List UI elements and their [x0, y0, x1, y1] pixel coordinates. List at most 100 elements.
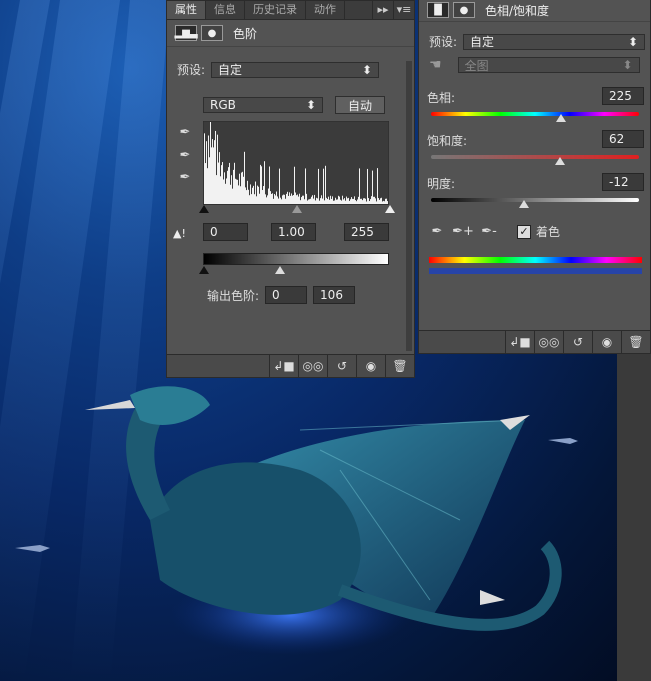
histogram-bar	[262, 190, 263, 204]
panel-tabbar: 属性 信息 历史记录 动作 ▸▸ ▾≡	[167, 1, 414, 20]
histogram-bar	[279, 168, 280, 204]
hand-icon[interactable]: ☚	[429, 57, 442, 73]
clip-icon[interactable]: ↲■	[269, 355, 298, 377]
input-gamma-slider[interactable]	[292, 205, 302, 213]
output-white-slider[interactable]	[275, 266, 285, 274]
histogram-bar	[229, 162, 230, 204]
tab-actions[interactable]: 动作	[306, 1, 345, 19]
tab-info[interactable]: 信息	[206, 1, 245, 19]
preset-select[interactable]: 自定 ⬍	[463, 33, 646, 50]
histogram-bar	[346, 196, 347, 204]
tab-history[interactable]: 历史记录	[245, 1, 306, 19]
updown-icon: ⬍	[622, 58, 633, 72]
lightness-field[interactable]: -12	[602, 173, 644, 191]
channel-select[interactable]: RGB ⬍	[203, 97, 323, 113]
input-white-slider[interactable]	[385, 205, 395, 213]
channel-row: RGB ⬍ 自动	[203, 96, 385, 114]
eyedropper-black-icon[interactable]: ✒	[177, 124, 193, 140]
updown-icon: ⬍	[305, 98, 316, 112]
histogram-bar	[369, 201, 370, 204]
clip-icon[interactable]: ↲■	[505, 331, 534, 353]
output-white-field[interactable]: 106	[313, 286, 356, 304]
histogram-bar	[322, 198, 323, 204]
input-white-field[interactable]: 255	[344, 223, 389, 241]
histogram-bar	[347, 198, 348, 204]
eye-icon[interactable]: ◉	[592, 331, 621, 353]
histogram-bar	[278, 198, 279, 204]
histogram-bar	[321, 195, 322, 204]
histogram-bar	[376, 201, 377, 204]
output-black-field[interactable]: 0	[265, 286, 308, 304]
output-black-slider[interactable]	[199, 266, 209, 274]
histogram-bar	[315, 200, 316, 204]
histogram-bar	[270, 191, 271, 204]
auto-button[interactable]: 自动	[335, 96, 385, 114]
expand-icon[interactable]: ▸▸	[372, 1, 393, 19]
visibility-icon[interactable]: ◎◎	[298, 355, 327, 377]
trash-icon[interactable]: 🗑	[385, 355, 414, 377]
saturation-field[interactable]: 62	[602, 130, 644, 148]
histogram-bar	[381, 197, 382, 204]
hue-field[interactable]: 225	[602, 87, 644, 105]
histogram-bar	[292, 195, 293, 204]
hue-label: 色相:	[427, 91, 456, 105]
input-gamma-field[interactable]: 1.00	[271, 223, 316, 241]
lightness-slider[interactable]	[519, 200, 529, 208]
colorize-checkbox[interactable]: ✓	[517, 224, 531, 239]
hue-saturation-icon[interactable]: ▐▌	[427, 2, 449, 18]
hue-track[interactable]	[431, 112, 639, 116]
histogram-bar	[336, 199, 337, 204]
eye-icon[interactable]: ◉	[356, 355, 385, 377]
histogram-bar	[357, 199, 358, 204]
histogram-bar	[255, 181, 256, 204]
reset-icon[interactable]: ↺	[563, 331, 592, 353]
levels-icon[interactable]: ▂▆▃	[174, 25, 198, 41]
histogram-bar	[237, 179, 238, 204]
hue-slider[interactable]	[556, 114, 566, 122]
histogram-bar	[210, 122, 211, 204]
lightness-track[interactable]	[431, 198, 639, 202]
histogram-bar	[285, 198, 286, 204]
eyedropper-white-icon[interactable]: ✒	[177, 169, 193, 185]
visibility-icon[interactable]: ◎◎	[534, 331, 563, 353]
tab-properties[interactable]: 属性	[167, 1, 206, 19]
histogram-bar	[273, 198, 274, 204]
histogram-bar	[234, 162, 235, 204]
range-select[interactable]: 全图 ⬍	[457, 57, 640, 73]
histogram-bar	[352, 198, 353, 204]
range-row: ☚ 全图 ⬍	[429, 57, 640, 73]
preset-select[interactable]: 自定 ⬍	[211, 61, 380, 78]
mask-icon[interactable]: ●	[201, 25, 223, 41]
histogram-bar	[310, 198, 311, 204]
output-row: 输出色阶: 0 106	[207, 286, 356, 304]
histogram-bar	[363, 198, 364, 204]
eyedropper-icon[interactable]: ✒	[429, 223, 445, 239]
colorize-row: ✓ 着色	[517, 223, 560, 240]
saturation-slider[interactable]	[555, 157, 565, 165]
trash-icon[interactable]: 🗑	[621, 331, 650, 353]
colorize-label: 着色	[536, 225, 561, 239]
eyedropper-add-icon[interactable]: ✒+	[452, 223, 474, 239]
histogram-bar	[384, 201, 385, 204]
panel-scrollbar[interactable]	[406, 61, 412, 351]
input-black-field[interactable]: 0	[203, 223, 248, 241]
output-color-bar	[429, 268, 642, 274]
histogram-bar	[206, 141, 207, 204]
histogram-bar	[254, 194, 255, 204]
histogram-bar	[248, 189, 249, 204]
mask-icon[interactable]: ●	[453, 2, 475, 18]
panel-menu-icon[interactable]: ▾≡	[393, 1, 414, 19]
histogram-bar	[226, 178, 227, 204]
histogram-bar	[305, 168, 306, 204]
eyedropper-subtract-icon[interactable]: ✒-	[481, 223, 497, 239]
eyedropper-gray-icon[interactable]: ✒	[177, 147, 193, 163]
histogram-bar	[302, 195, 303, 204]
histogram-bar	[365, 198, 366, 204]
saturation-track[interactable]	[431, 155, 639, 159]
histogram-bar	[306, 193, 307, 204]
histogram-bar	[252, 187, 253, 204]
input-black-slider[interactable]	[199, 205, 209, 213]
histogram-bar	[304, 199, 305, 204]
reset-icon[interactable]: ↺	[327, 355, 356, 377]
histogram-bar	[217, 134, 218, 204]
